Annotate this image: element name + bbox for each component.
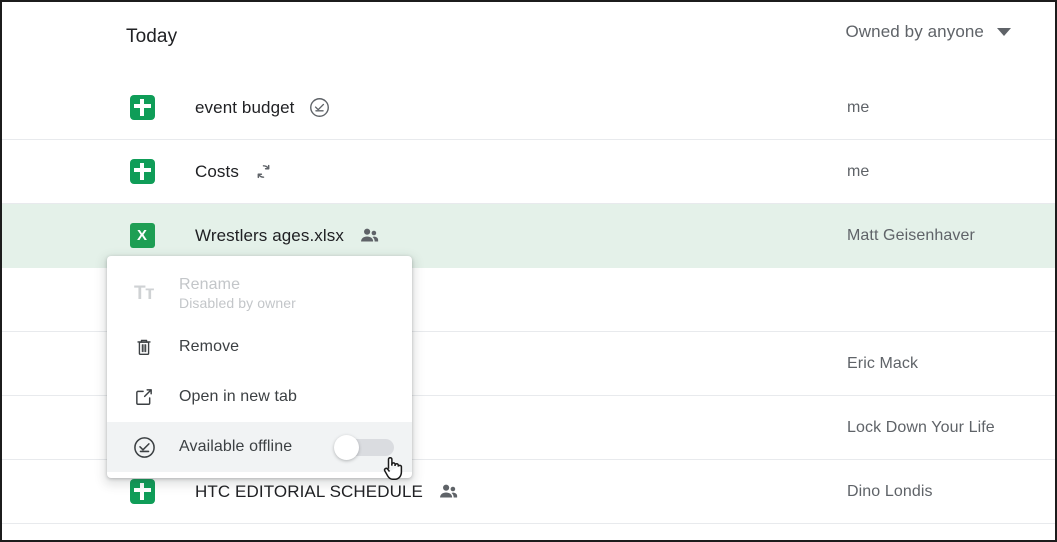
list-header: Today Owned by anyone [2, 2, 1055, 76]
available-offline-check-icon [309, 97, 330, 118]
file-owner: Matt Geisenhaver [847, 226, 975, 244]
sync-icon [253, 161, 274, 182]
text-format-icon-glyph: Tᴛ [134, 282, 154, 304]
external-link-icon [131, 384, 157, 410]
file-owner: Dino Londis [847, 482, 933, 500]
shared-people-icon [358, 224, 381, 247]
menu-item-remove[interactable]: Remove [107, 322, 412, 372]
xlsx-icon-letter: X [129, 223, 155, 248]
menu-item-rename: Tᴛ Rename Disabled by owner [107, 264, 412, 322]
file-owner: me [847, 162, 870, 180]
menu-item-label: Remove [179, 338, 240, 355]
menu-item-label: Rename [179, 275, 241, 293]
menu-item-label: Available offline [179, 438, 293, 455]
table-row[interactable]: event budget me [2, 76, 1055, 140]
file-name: event budget [195, 97, 295, 117]
file-name: Costs [195, 161, 239, 181]
table-row[interactable]: Costs me [2, 140, 1055, 204]
file-name-cell: HTC EDITORIAL SCHEDULE [195, 480, 460, 503]
shared-people-icon [437, 480, 460, 503]
menu-item-label: Open in new tab [179, 388, 298, 405]
file-name: HTC EDITORIAL SCHEDULE [195, 481, 423, 501]
excel-xlsx-icon: X [129, 223, 155, 249]
menu-item-open-in-new-tab[interactable]: Open in new tab [107, 372, 412, 422]
file-name-cell: event budget [195, 97, 330, 118]
available-offline-check-icon [131, 434, 157, 460]
file-owner: Lock Down Your Life [847, 418, 995, 436]
file-owner: me [847, 98, 870, 116]
google-sheets-icon [129, 479, 155, 505]
available-offline-toggle[interactable] [334, 435, 394, 460]
file-name: Wrestlers ages.xlsx [195, 225, 344, 245]
page-title: Today [126, 26, 178, 47]
drive-file-list-screen: Today Owned by anyone event budget me Co… [0, 0, 1057, 542]
text-format-icon: Tᴛ [131, 280, 157, 306]
file-context-menu: Tᴛ Rename Disabled by owner Remove Open … [107, 256, 412, 478]
google-sheets-icon [129, 95, 155, 121]
google-sheets-icon [129, 159, 155, 185]
chevron-down-icon [997, 28, 1011, 36]
menu-item-available-offline[interactable]: Available offline [107, 422, 412, 472]
file-owner: Eric Mack [847, 354, 919, 372]
menu-item-sublabel: Disabled by owner [179, 294, 296, 311]
file-name-cell: Wrestlers ages.xlsx [195, 224, 381, 247]
menu-item-rename-text: Rename Disabled by owner [179, 276, 296, 311]
trash-icon [131, 334, 157, 360]
owner-filter-label: Owned by anyone [845, 22, 984, 41]
file-name-cell: Costs [195, 161, 274, 182]
toggle-knob [334, 435, 359, 460]
owner-filter-dropdown[interactable]: Owned by anyone [845, 22, 1011, 42]
